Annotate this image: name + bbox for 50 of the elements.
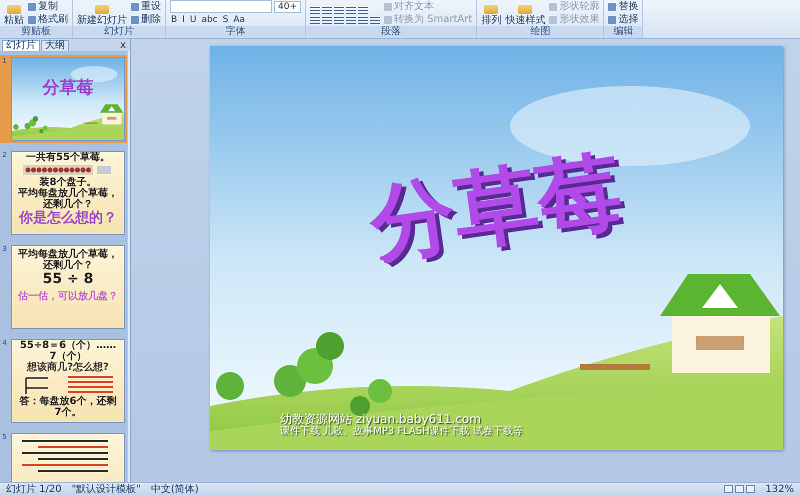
ribbon-button[interactable]: 新建幻灯片 [77, 5, 127, 26]
slide-text: 平均每盘放几个草莓，还剩几个？ [18, 249, 118, 271]
format-button[interactable]: Aa [232, 14, 246, 26]
slide-thumbnail[interactable]: 平均每盘放几个草莓，还剩几个？ 55 ÷ 8 估一估，可以放几盘？ [11, 245, 125, 329]
group-label: 绘图 [477, 26, 604, 38]
website-text: 幼教资源网站 ziyuan.baby611.com [280, 412, 481, 426]
group-label: 段落 [306, 26, 476, 38]
ribbon-button[interactable]: 选择 [608, 14, 638, 26]
panel-tab[interactable]: 幻灯片 [2, 40, 40, 51]
language: 中文(简体) [150, 484, 199, 494]
group-label: 幻灯片 [73, 26, 165, 38]
slide-text: 估一估，可以放几盘？ [18, 290, 118, 303]
slide-count: 幻灯片 1/20 [6, 484, 62, 494]
zoom-level: 132% [765, 484, 794, 494]
panel-tab[interactable]: 大纲 [41, 40, 69, 51]
ribbon-button[interactable]: 重设 [131, 1, 161, 13]
slide-text: 答：每盘放6个，还剩7个。 [18, 396, 118, 418]
slide-text: 你是怎么想的？ [19, 210, 117, 226]
ribbon-button[interactable]: 替换 [608, 1, 638, 13]
format-button[interactable]: U [188, 14, 198, 26]
group-label: 字体 [166, 26, 305, 38]
theme-name: "默认设计模板" [72, 484, 141, 494]
format-button[interactable]: S [222, 14, 230, 26]
ribbon-button[interactable]: 快速样式 [505, 5, 546, 26]
ribbon-button[interactable]: 复制 [28, 1, 68, 13]
format-button[interactable]: B [170, 14, 178, 26]
tagline-text: 课件下载 儿歌、故事MP3 FLASH课件下载 试卷下载等 [280, 426, 523, 437]
ribbon-button[interactable]: 格式刷 [28, 14, 68, 26]
slide-thumbnail[interactable]: 55÷8＝6（个）……7（个） 想该商几?怎么想? 答：每盘放6个，还剩7个。 [11, 339, 125, 423]
slideshow-button[interactable] [746, 485, 756, 493]
slide-text: 装8个盘子。 [40, 177, 96, 188]
slide-title: 分草莓 [42, 77, 94, 99]
slide-text: 55 ÷ 8 [42, 271, 94, 287]
sorter-view-button[interactable] [735, 485, 744, 493]
slide-title: 分草莓 [363, 138, 628, 276]
slide-text: 想该商几?怎么想? [26, 362, 110, 373]
ribbon-button[interactable]: 粘贴 [4, 5, 24, 26]
font-name-field[interactable] [170, 0, 272, 13]
format-button[interactable]: abc [200, 14, 219, 26]
ribbon-button[interactable]: 排列 [481, 5, 502, 26]
format-button[interactable]: I [181, 14, 186, 26]
close-button[interactable]: x [120, 41, 126, 51]
normal-view-button[interactable] [724, 485, 734, 493]
slide-text: 55÷8＝6（个）……7（个） [18, 340, 118, 362]
group-label: 剪贴板 [0, 26, 72, 38]
slide-text: 平均每盘放几个草莓，还剩几个？ [18, 188, 118, 210]
font-size-field[interactable]: 40+ [274, 0, 301, 12]
scrollbar[interactable] [127, 51, 130, 482]
ribbon-button[interactable]: 删除 [131, 14, 161, 26]
group-label: 编辑 [604, 26, 642, 38]
